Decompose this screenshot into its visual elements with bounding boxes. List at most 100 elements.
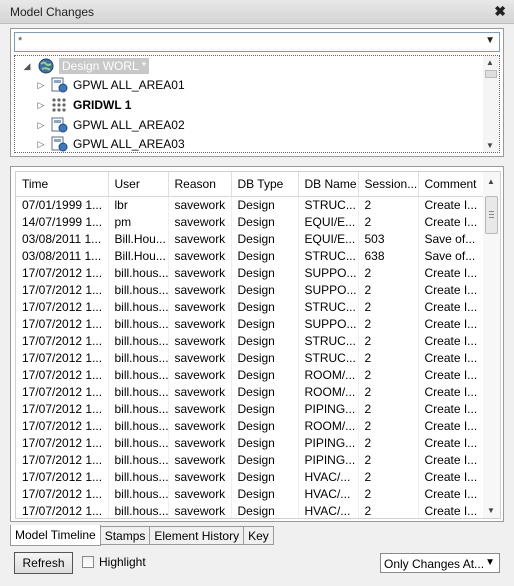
cell-time: 14/07/1999 1...: [16, 213, 109, 230]
cell-time: 17/07/2012 1...: [16, 349, 109, 366]
cell-user: bill.hous...: [108, 281, 169, 298]
table-row[interactable]: 17/07/2012 1... bill.hous... savework Desig…: [16, 349, 485, 366]
cell-time: 17/07/2012 1...: [16, 281, 109, 298]
cell-session: 2: [358, 485, 419, 502]
scroll-thumb[interactable]: [485, 196, 498, 234]
panel-splitter[interactable]: [0, 159, 514, 163]
cell-db-name: HVAC/...: [298, 502, 359, 518]
cell-session: 2: [358, 383, 419, 400]
tree-expander[interactable]: ▷: [35, 100, 47, 111]
cell-db-type: Design: [231, 383, 299, 400]
table-row[interactable]: 17/07/2012 1... bill.hous... savework Desig…: [16, 434, 485, 451]
column-header-comment[interactable]: Comment: [418, 172, 485, 197]
cell-user: pm: [108, 213, 169, 230]
cell-reason: savework: [168, 383, 232, 400]
cell-db-name: ROOM/...: [298, 417, 359, 434]
table-row[interactable]: 17/07/2012 1... bill.hous... savework Desig…: [16, 400, 485, 417]
table-row[interactable]: 03/08/2011 1... Bill.Hou... savework Design…: [16, 247, 485, 264]
table-row[interactable]: 17/07/2012 1... bill.hous... savework Desig…: [16, 485, 485, 502]
table-row[interactable]: 07/01/1999 1... lbr savework Design STRUC...…: [16, 196, 485, 213]
filter-combo[interactable]: * ▼: [14, 32, 500, 52]
scroll-thumb[interactable]: [485, 70, 497, 78]
cell-db-type: Design: [231, 332, 299, 349]
cell-comment: Create I...: [418, 417, 485, 434]
table-row[interactable]: 03/08/2011 1... Bill.Hou... savework Design…: [16, 230, 485, 247]
tab-key[interactable]: Key: [244, 526, 274, 545]
cell-time: 17/07/2012 1...: [16, 264, 109, 281]
table-row[interactable]: 17/07/2012 1... bill.hous... savework Desig…: [16, 417, 485, 434]
cell-reason: savework: [168, 451, 232, 468]
cell-comment: Create I...: [418, 349, 485, 366]
tab-stamps[interactable]: Stamps: [100, 526, 151, 545]
column-header-session[interactable]: Session...: [358, 172, 419, 197]
table-row[interactable]: 17/07/2012 1... bill.hous... savework Desig…: [16, 468, 485, 485]
cell-db-type: Design: [231, 315, 299, 332]
cell-session: 2: [358, 434, 419, 451]
highlight-checkbox[interactable]: [82, 556, 94, 568]
table-row[interactable]: 17/07/2012 1... bill.hous... savework Desig…: [16, 332, 485, 349]
tree-node[interactable]: ▷ GPWL ALL_AREA03: [35, 134, 185, 154]
cell-reason: savework: [168, 332, 232, 349]
tree-expander[interactable]: ▷: [35, 139, 47, 150]
tree-scrollbar[interactable]: ▲ ▼: [483, 56, 499, 152]
cell-reason: savework: [168, 502, 232, 518]
tab-model-timeline[interactable]: Model Timeline: [10, 525, 101, 546]
column-header-db-name[interactable]: DB Name: [298, 172, 359, 197]
tree-node[interactable]: ◢ Design WORL *: [21, 56, 150, 76]
cell-comment: Create I...: [418, 264, 485, 281]
table-row[interactable]: 17/07/2012 1... bill.hous... savework Desig…: [16, 264, 485, 281]
tree-node[interactable]: ▷ GPWL ALL_AREA01: [35, 75, 185, 95]
cell-user: bill.hous...: [108, 485, 169, 502]
table-row[interactable]: 17/07/2012 1... bill.hous... savework Desig…: [16, 502, 485, 518]
cell-time: 07/01/1999 1...: [16, 196, 109, 213]
cell-reason: savework: [168, 417, 232, 434]
scroll-up-icon[interactable]: ▲: [487, 177, 495, 186]
chevron-down-icon[interactable]: ▼: [485, 557, 495, 568]
table-row[interactable]: 14/07/1999 1... pm savework Design EQUI/E...…: [16, 213, 485, 230]
cell-session: 2: [358, 417, 419, 434]
table-row[interactable]: 17/07/2012 1... bill.hous... savework Desig…: [16, 451, 485, 468]
cell-db-name: HVAC/...: [298, 468, 359, 485]
tree-expander[interactable]: ▷: [35, 80, 47, 91]
tree-expander[interactable]: ▷: [35, 120, 47, 131]
tree-node[interactable]: ▷ GPWL ALL_AREA02: [35, 115, 185, 135]
grid-scrollbar[interactable]: ▲ ▼: [483, 172, 500, 518]
refresh-button[interactable]: Refresh: [14, 552, 73, 574]
cell-comment: Save of...: [418, 247, 485, 264]
column-header-time[interactable]: Time: [16, 172, 109, 197]
table-header-row: Time User Reason DB Type DB Name Session…: [16, 172, 485, 197]
column-header-db-type[interactable]: DB Type: [231, 172, 299, 197]
changes-grid-panel: Time User Reason DB Type DB Name Session…: [10, 166, 504, 522]
cell-time: 17/07/2012 1...: [16, 417, 109, 434]
close-icon[interactable]: ✖: [494, 3, 506, 20]
cell-user: bill.hous...: [108, 383, 169, 400]
column-header-user[interactable]: User: [108, 172, 169, 197]
chevron-down-icon[interactable]: ▼: [485, 35, 495, 46]
cell-comment: Create I...: [418, 196, 485, 213]
column-header-reason[interactable]: Reason: [168, 172, 232, 197]
tree-node[interactable]: ▷ GRIDWL 1: [35, 95, 132, 115]
scroll-up-icon[interactable]: ▲: [486, 58, 494, 67]
table-row[interactable]: 17/07/2012 1... bill.hous... savework Desig…: [16, 281, 485, 298]
tab-element-history[interactable]: Element History: [150, 526, 245, 545]
cell-session: 2: [358, 315, 419, 332]
highlight-option[interactable]: Highlight: [82, 555, 146, 569]
zone-icon: [51, 136, 68, 152]
cell-user: Bill.Hou...: [108, 230, 169, 247]
changes-filter-select[interactable]: Only Changes At... ▼: [380, 553, 500, 573]
table-row[interactable]: 17/07/2012 1... bill.hous... savework Desig…: [16, 298, 485, 315]
cell-comment: Create I...: [418, 281, 485, 298]
changes-table: Time User Reason DB Type DB Name Session…: [16, 172, 485, 518]
cell-time: 17/07/2012 1...: [16, 434, 109, 451]
cell-user: bill.hous...: [108, 264, 169, 281]
table-row[interactable]: 17/07/2012 1... bill.hous... savework Desig…: [16, 315, 485, 332]
cell-reason: savework: [168, 485, 232, 502]
table-row[interactable]: 17/07/2012 1... bill.hous... savework Desig…: [16, 383, 485, 400]
table-row[interactable]: 17/07/2012 1... bill.hous... savework Desig…: [16, 366, 485, 383]
scroll-down-icon[interactable]: ▼: [486, 141, 494, 150]
cell-db-name: PIPING...: [298, 434, 359, 451]
scroll-down-icon[interactable]: ▼: [487, 506, 495, 515]
tree-expander[interactable]: ◢: [21, 61, 33, 72]
cell-session: 503: [358, 230, 419, 247]
cell-user: bill.hous...: [108, 434, 169, 451]
